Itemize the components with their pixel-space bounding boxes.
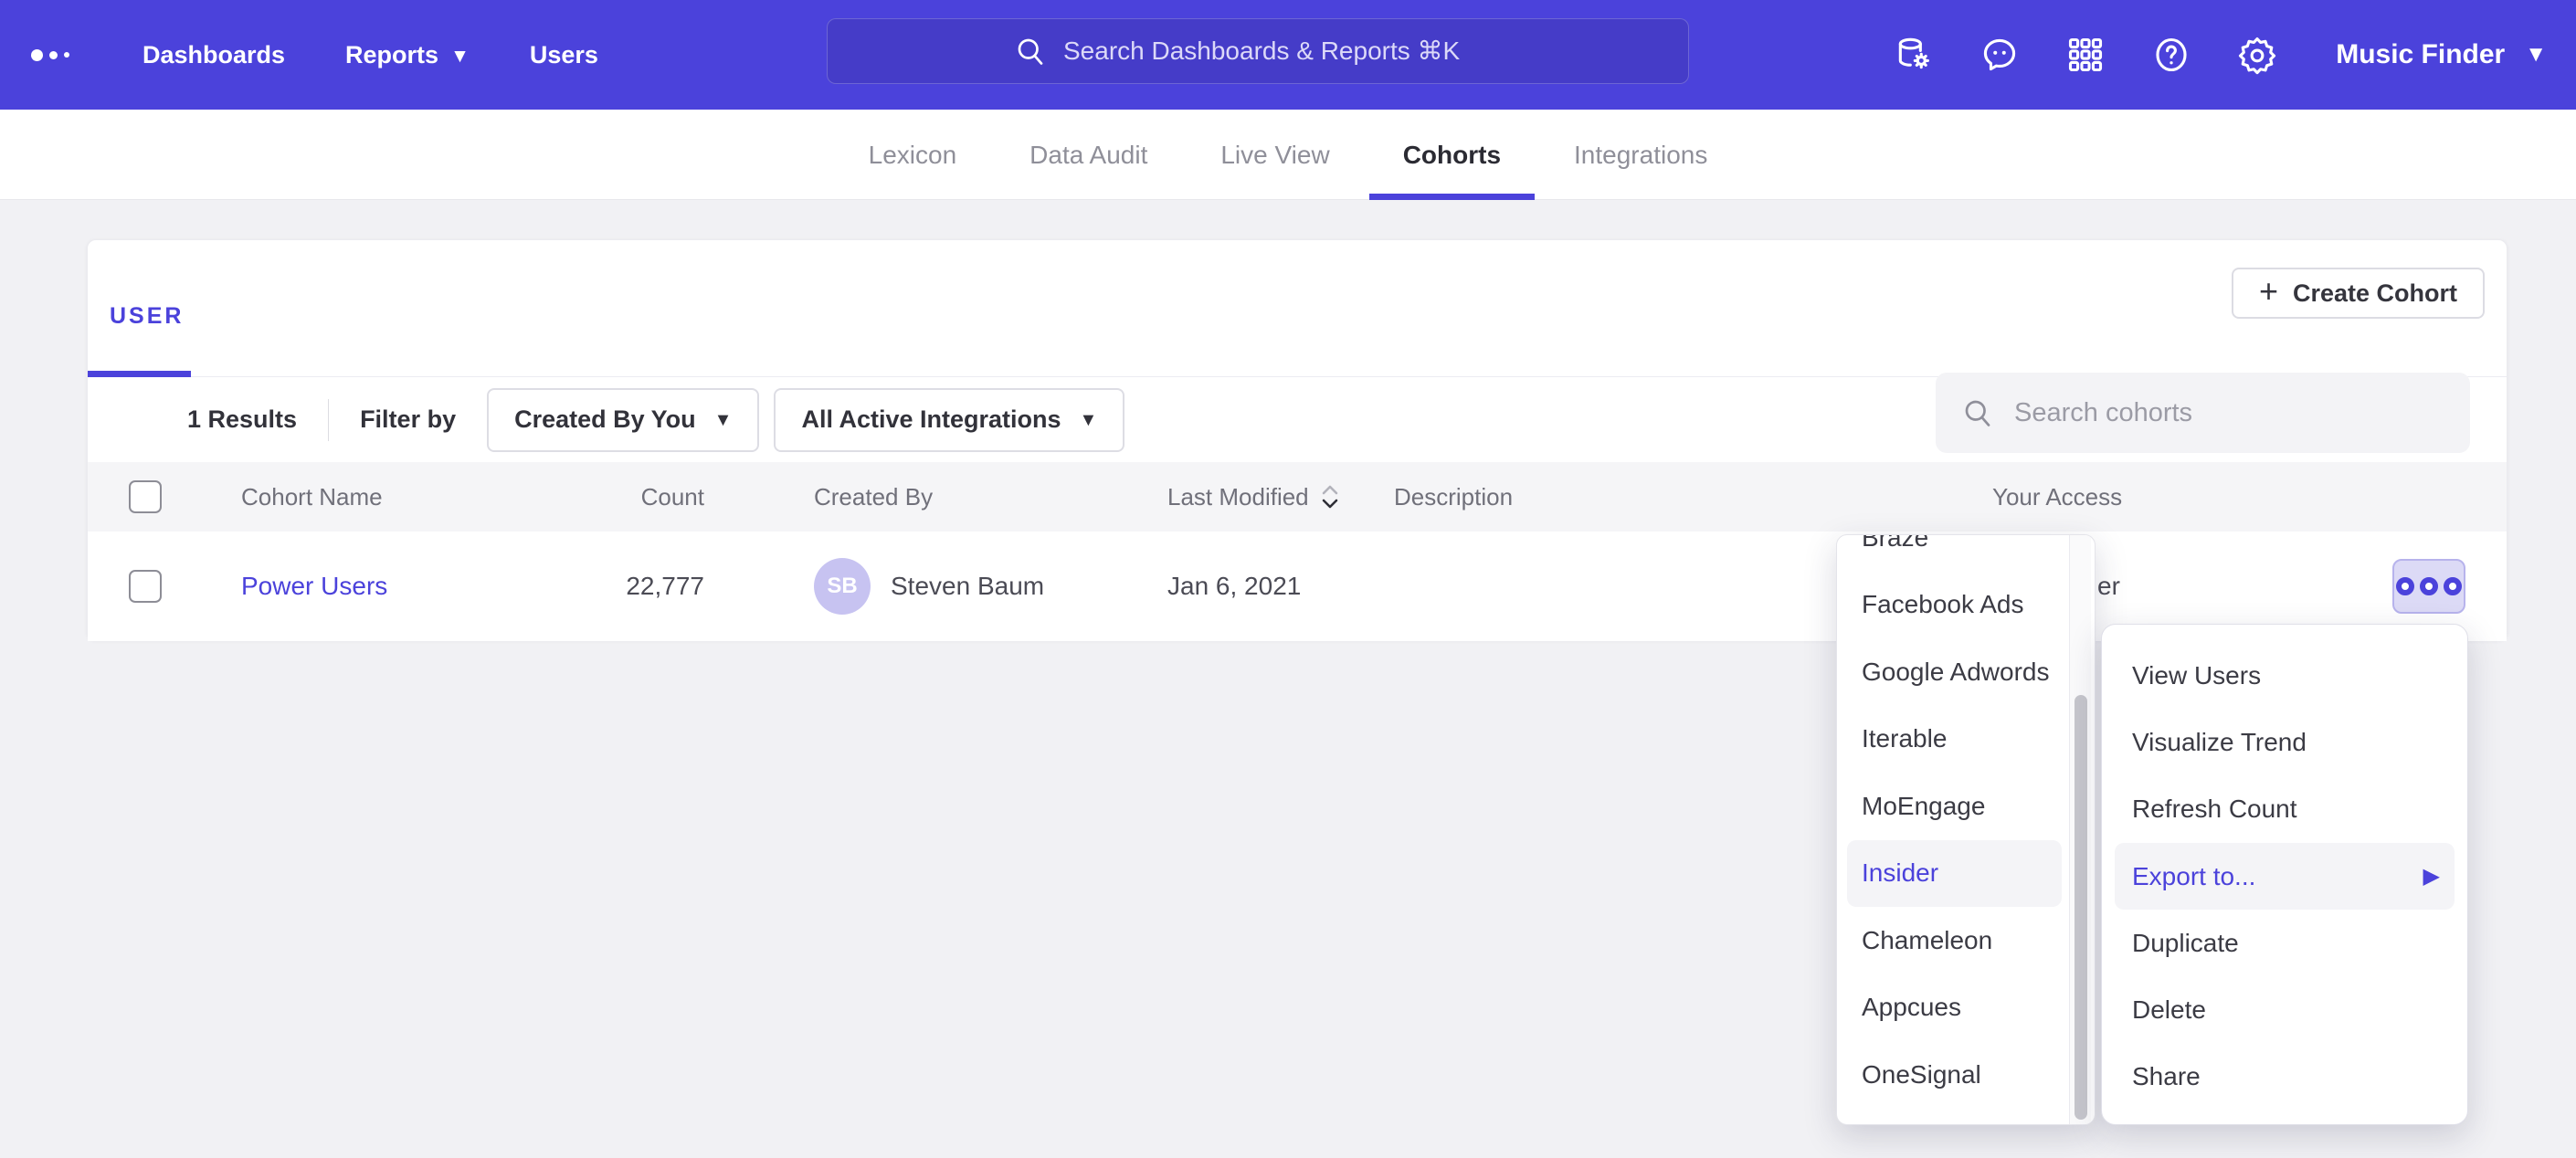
row-actions-button[interactable] bbox=[2392, 559, 2465, 614]
tab-live-view[interactable]: Live View bbox=[1187, 110, 1363, 200]
chevron-down-icon: ▼ bbox=[1080, 410, 1098, 431]
menu-item-chameleon[interactable]: Chameleon bbox=[1847, 907, 2062, 974]
menu-item-delete[interactable]: Delete bbox=[2115, 976, 2455, 1043]
data-settings-icon[interactable] bbox=[1894, 35, 1934, 75]
results-count: 1 Results bbox=[187, 405, 297, 434]
menu-item-visualize-trend[interactable]: Visualize Trend bbox=[2115, 709, 2455, 775]
column-header-count: Count bbox=[526, 462, 704, 532]
tab-lexicon[interactable]: Lexicon bbox=[835, 110, 991, 200]
menu-item-iterable[interactable]: Iterable bbox=[1847, 706, 2062, 774]
last-modified-cell: Jan 6, 2021 bbox=[1167, 532, 1301, 641]
filter-label: All Active Integrations bbox=[801, 405, 1061, 434]
filter-label: Created By You bbox=[514, 405, 696, 434]
create-cohort-button[interactable]: + Create Cohort bbox=[2232, 268, 2485, 319]
menu-item-label: Refresh Count bbox=[2132, 795, 2297, 824]
chevron-down-icon: ▼ bbox=[714, 410, 733, 431]
table-header-row: Cohort Name Count Created By Last Modifi… bbox=[88, 462, 2507, 532]
tab-data-audit[interactable]: Data Audit bbox=[996, 110, 1181, 200]
menu-item-label: Export to... bbox=[2132, 862, 2255, 891]
menu-item-braze[interactable]: Braze bbox=[1847, 534, 2062, 572]
nav-link-dashboards[interactable]: Dashboards bbox=[143, 41, 285, 69]
column-header-created-by: Created By bbox=[814, 462, 933, 532]
mixpanel-logo-icon[interactable] bbox=[31, 49, 86, 61]
menu-item-moengage[interactable]: MoEngage bbox=[1847, 773, 2062, 840]
global-search-input[interactable] bbox=[1063, 37, 1502, 66]
cohort-count: 22,777 bbox=[526, 532, 704, 641]
menu-item-insider[interactable]: Insider bbox=[1847, 840, 2062, 908]
chevron-down-icon: ▼ bbox=[450, 47, 470, 66]
help-icon[interactable] bbox=[2151, 35, 2191, 75]
export-destinations-list: Braze Facebook Ads Google Adwords Iterab… bbox=[1837, 534, 2095, 1109]
column-header-description: Description bbox=[1394, 462, 1513, 532]
menu-item-share[interactable]: Share bbox=[2115, 1044, 2455, 1111]
divider bbox=[328, 399, 329, 441]
project-switcher[interactable]: Music Finder ▼ bbox=[2336, 39, 2547, 70]
tab-integrations[interactable]: Integrations bbox=[1540, 110, 1741, 200]
project-name: Music Finder bbox=[2336, 39, 2505, 70]
create-cohort-label: Create Cohort bbox=[2293, 279, 2457, 308]
sort-icon[interactable] bbox=[1320, 484, 1340, 510]
cohort-search-input[interactable] bbox=[2014, 398, 2416, 428]
nav-link-label: Reports bbox=[345, 41, 438, 69]
created-by-cell: SB Steven Baum bbox=[814, 532, 1044, 641]
menu-item-label: Share bbox=[2132, 1062, 2201, 1091]
nav-link-label: Users bbox=[530, 41, 598, 69]
chevron-right-icon: ▶ bbox=[2423, 863, 2440, 890]
export-destinations-submenu: Braze Facebook Ads Google Adwords Iterab… bbox=[1836, 534, 2096, 1125]
dot-icon bbox=[2396, 577, 2414, 595]
menu-item-appcues[interactable]: Appcues bbox=[1847, 974, 2062, 1042]
global-search-bar[interactable] bbox=[827, 18, 1689, 84]
menu-item-label: View Users bbox=[2132, 661, 2261, 690]
integrations-filter-dropdown[interactable]: All Active Integrations ▼ bbox=[774, 388, 1124, 452]
menu-item-export-to[interactable]: Export to... ▶ bbox=[2115, 843, 2455, 910]
menu-item-facebook-ads[interactable]: Facebook Ads bbox=[1847, 572, 2062, 639]
created-by-name: Steven Baum bbox=[891, 572, 1044, 601]
submenu-scrollbar-thumb[interactable] bbox=[2075, 695, 2087, 1120]
nav-right-controls: Music Finder ▼ bbox=[1894, 0, 2547, 110]
top-navigation-bar: Dashboards Reports ▼ Users bbox=[0, 0, 2576, 110]
section-tabbar: Lexicon Data Audit Live View Cohorts Int… bbox=[0, 110, 2576, 200]
menu-item-label: Duplicate bbox=[2132, 929, 2239, 958]
menu-item-label: Delete bbox=[2132, 995, 2206, 1025]
menu-item-view-users[interactable]: View Users bbox=[2115, 642, 2455, 709]
nav-link-reports[interactable]: Reports ▼ bbox=[345, 41, 470, 69]
cohorts-card: USER + Create Cohort 1 Results Filter by… bbox=[87, 239, 2507, 640]
menu-item-google-adwords[interactable]: Google Adwords bbox=[1847, 638, 2062, 706]
row-checkbox[interactable] bbox=[129, 570, 162, 603]
row-context-menu: View Users Visualize Trend Refresh Count… bbox=[2101, 624, 2468, 1125]
tab-cohorts[interactable]: Cohorts bbox=[1369, 110, 1535, 200]
search-icon bbox=[1961, 396, 1994, 429]
plus-icon: + bbox=[2259, 275, 2278, 308]
apps-grid-icon[interactable] bbox=[2065, 35, 2106, 75]
menu-item-duplicate[interactable]: Duplicate bbox=[2115, 910, 2455, 976]
select-all-checkbox[interactable] bbox=[129, 480, 162, 513]
column-header-cohort-name: Cohort Name bbox=[241, 462, 383, 532]
search-icon bbox=[1014, 35, 1047, 68]
column-header-last-modified[interactable]: Last Modified bbox=[1167, 462, 1340, 532]
created-by-filter-dropdown[interactable]: Created By You ▼ bbox=[487, 388, 759, 452]
menu-item-label: Visualize Trend bbox=[2132, 728, 2307, 757]
cohort-type-tabs-row: USER + Create Cohort bbox=[88, 240, 2507, 377]
cohort-search-bar[interactable] bbox=[1936, 373, 2470, 453]
active-tab-underline bbox=[88, 371, 191, 377]
dot-icon bbox=[2444, 577, 2462, 595]
avatar: SB bbox=[814, 558, 871, 615]
nav-links: Dashboards Reports ▼ Users bbox=[143, 41, 598, 69]
chevron-down-icon: ▼ bbox=[2525, 42, 2547, 68]
column-header-label: Last Modified bbox=[1167, 483, 1309, 511]
tab-user-cohorts[interactable]: USER bbox=[110, 303, 184, 330]
filter-row: 1 Results Filter by Created By You ▼ All… bbox=[88, 377, 2507, 462]
feedback-icon[interactable] bbox=[1980, 35, 2020, 75]
nav-link-users[interactable]: Users bbox=[530, 41, 598, 69]
menu-item-onesignal[interactable]: OneSignal bbox=[1847, 1041, 2062, 1109]
cohort-name-link[interactable]: Power Users bbox=[241, 572, 387, 601]
settings-icon[interactable] bbox=[2237, 35, 2277, 75]
nav-link-label: Dashboards bbox=[143, 41, 285, 69]
filter-by-label: Filter by bbox=[360, 405, 456, 434]
dot-icon bbox=[2420, 577, 2438, 595]
submenu-scrollbar-track bbox=[2069, 535, 2091, 1124]
column-header-your-access: Your Access bbox=[1992, 462, 2122, 532]
menu-item-refresh-count[interactable]: Refresh Count bbox=[2115, 776, 2455, 843]
